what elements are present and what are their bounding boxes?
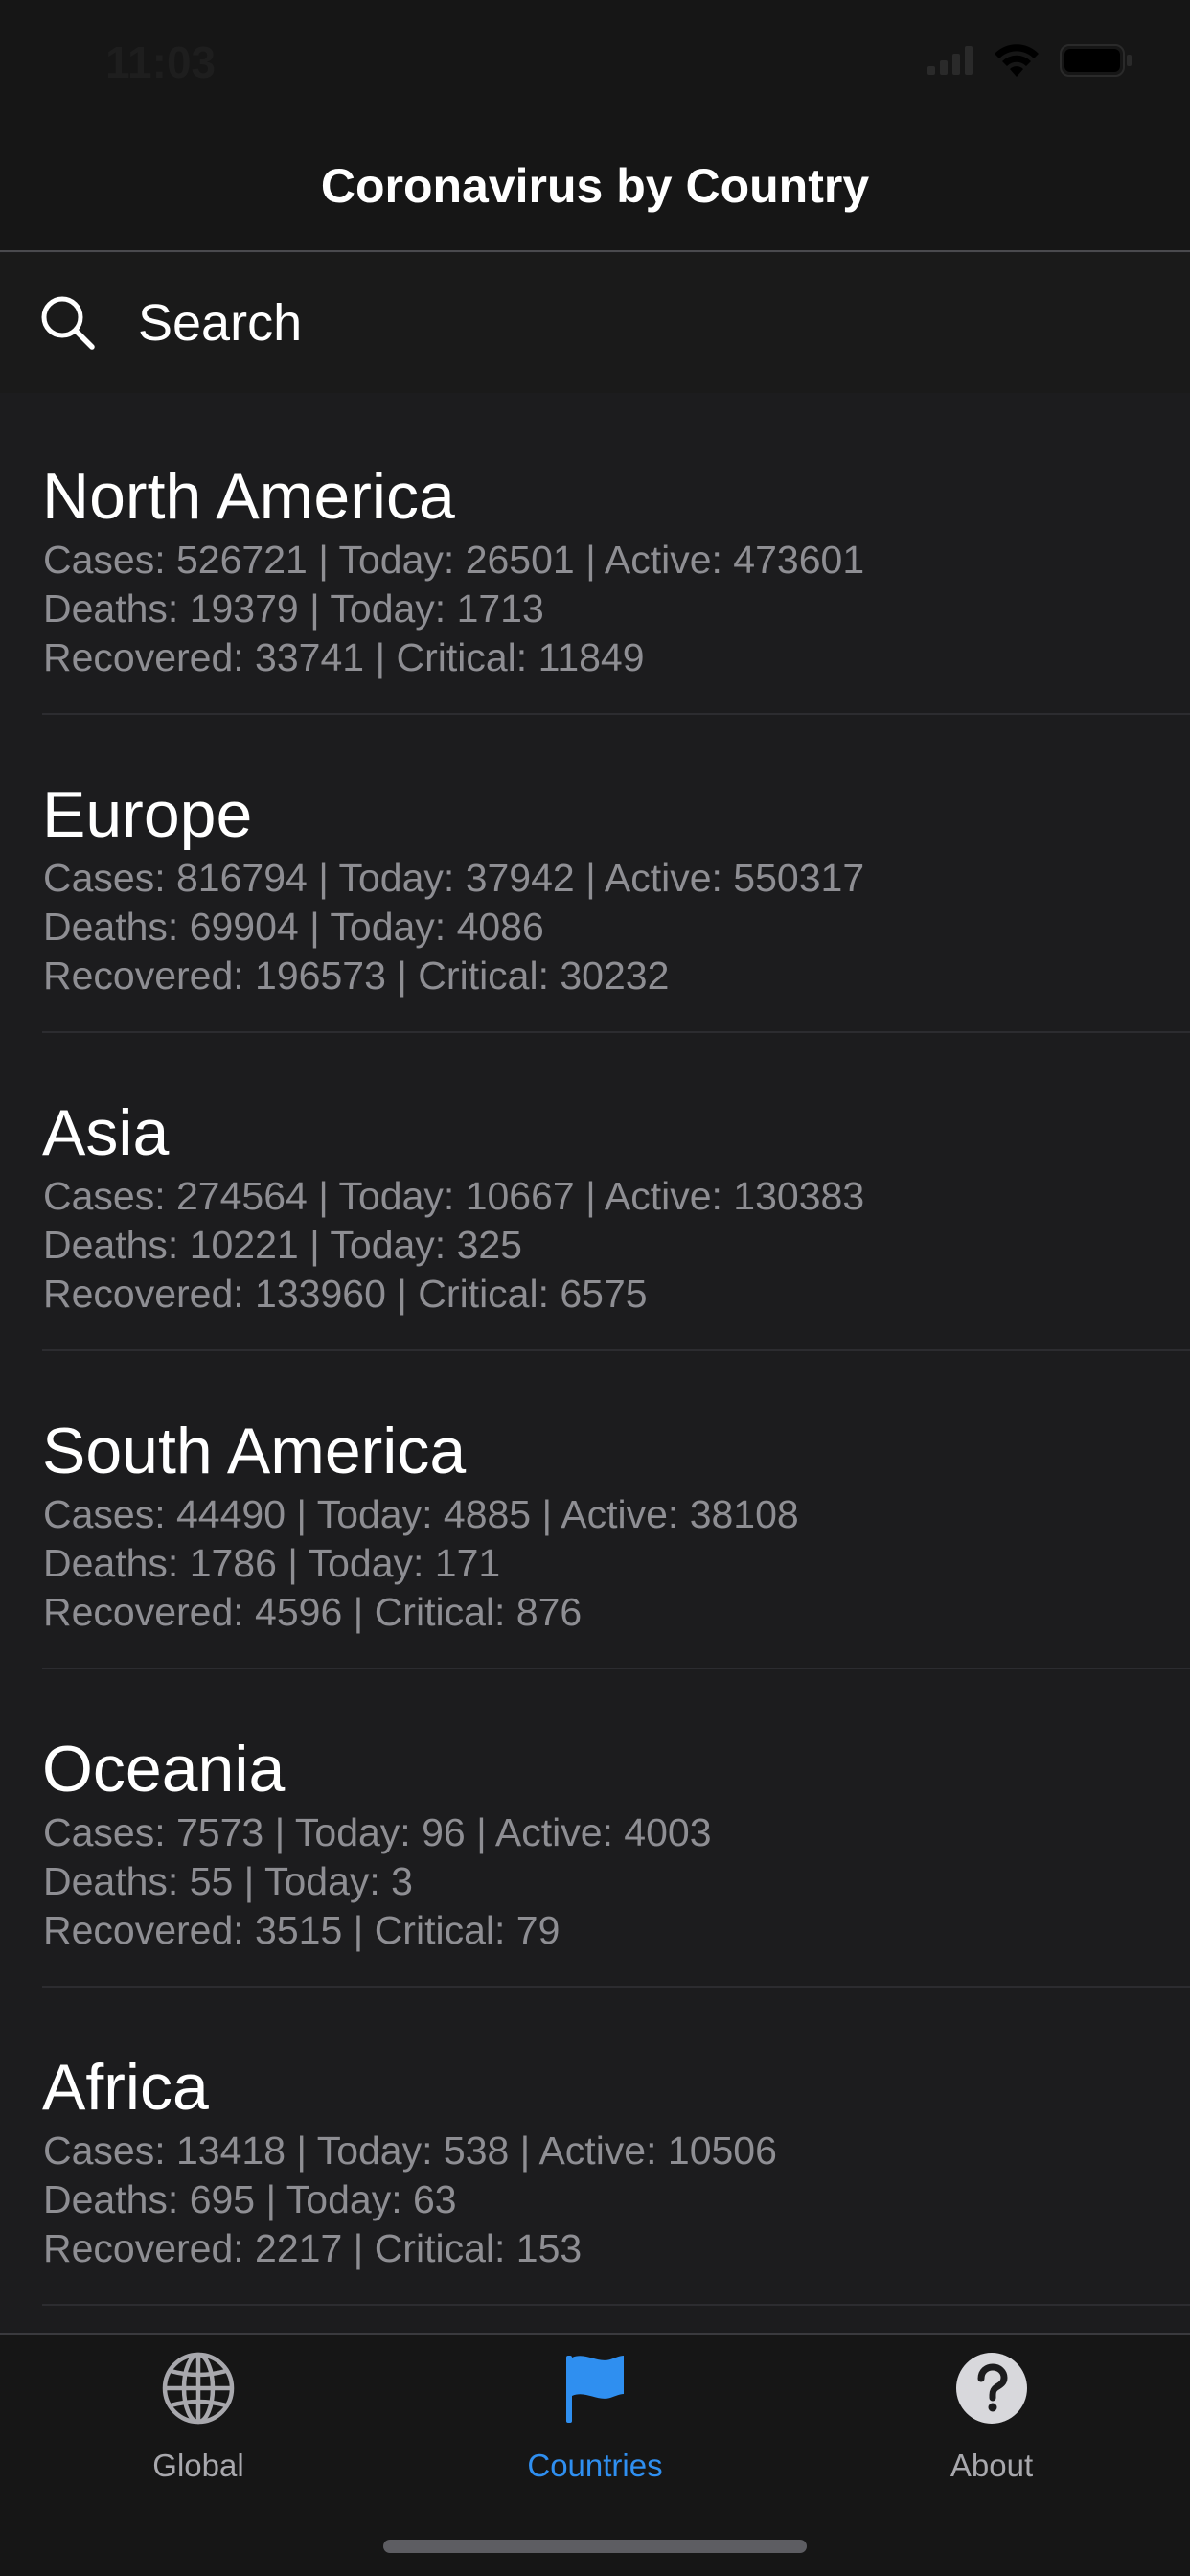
- region-cases-line: Cases: 274564 | Today: 10667 | Active: 1…: [43, 1174, 865, 1218]
- list-item-south-america[interactable]: South America Cases: 44490 | Today: 4885…: [0, 1351, 1190, 1669]
- battery-icon: [1060, 44, 1132, 77]
- region-deaths-line: Deaths: 69904 | Today: 4086: [43, 905, 544, 949]
- tab-global[interactable]: Global: [0, 2334, 397, 2507]
- region-recovered-line: Recovered: 133960 | Critical: 6575: [43, 1272, 648, 1316]
- region-recovered-line: Recovered: 33741 | Critical: 11849: [43, 635, 645, 679]
- region-cases-line: Cases: 13418 | Today: 538 | Active: 1050…: [43, 2128, 777, 2173]
- tab-label: Global: [152, 2448, 244, 2483]
- wifi-icon: [995, 44, 1039, 77]
- list-item-oceania[interactable]: Oceania Cases: 7573 | Today: 96 | Active…: [0, 1669, 1190, 1988]
- region-name: Africa: [42, 2051, 209, 2124]
- region-deaths-line: Deaths: 10221 | Today: 325: [43, 1223, 522, 1267]
- search-icon: [41, 296, 95, 350]
- globe-icon: [162, 2352, 235, 2425]
- region-deaths-line: Deaths: 695 | Today: 63: [43, 2177, 457, 2221]
- search-input[interactable]: [138, 288, 1134, 358]
- region-recovered-line: Recovered: 2217 | Critical: 153: [43, 2226, 583, 2270]
- region-cases-line: Cases: 7573 | Today: 96 | Active: 4003: [43, 1810, 712, 1854]
- home-indicator: [383, 2540, 807, 2553]
- region-recovered-line: Recovered: 3515 | Critical: 79: [43, 1908, 561, 1952]
- search-bar[interactable]: [0, 253, 1190, 393]
- region-name: Europe: [42, 778, 253, 851]
- status-icons: [927, 44, 1133, 77]
- region-name: Oceania: [42, 1733, 286, 1806]
- list-item-africa[interactable]: Africa Cases: 13418 | Today: 538 | Activ…: [0, 1988, 1190, 2306]
- question-circle-icon: [956, 2353, 1027, 2424]
- navigation-bar: Coronavirus by Country: [0, 129, 1190, 252]
- page-title: Coronavirus by Country: [320, 159, 870, 213]
- region-recovered-line: Recovered: 4596 | Critical: 876: [43, 1590, 583, 1634]
- region-deaths-line: Deaths: 1786 | Today: 171: [43, 1541, 501, 1585]
- tab-label: Countries: [527, 2448, 663, 2483]
- region-deaths-line: Deaths: 19379 | Today: 1713: [43, 586, 544, 631]
- region-cases-line: Cases: 526721 | Today: 26501 | Active: 4…: [43, 538, 865, 582]
- tab-about[interactable]: About: [793, 2334, 1190, 2507]
- region-name: South America: [42, 1414, 467, 1487]
- tab-bar: Global Countries About: [0, 2333, 1190, 2576]
- region-name: North America: [42, 460, 455, 533]
- region-cases-line: Cases: 816794 | Today: 37942 | Active: 5…: [43, 856, 865, 900]
- region-name: Asia: [42, 1096, 170, 1169]
- tab-label: About: [950, 2448, 1034, 2483]
- cellular-signal-icon: [927, 46, 973, 75]
- tab-countries[interactable]: Countries: [397, 2334, 793, 2507]
- region-deaths-line: Deaths: 55 | Today: 3: [43, 1859, 413, 1903]
- list-item-north-america[interactable]: North America Cases: 526721 | Today: 265…: [0, 397, 1190, 715]
- flag-icon: [566, 2356, 624, 2423]
- region-list: North America Cases: 526721 | Today: 265…: [0, 397, 1190, 2333]
- list-item-europe[interactable]: Europe Cases: 816794 | Today: 37942 | Ac…: [0, 715, 1190, 1033]
- status-bar: 11:03: [0, 0, 1190, 129]
- region-recovered-line: Recovered: 196573 | Critical: 30232: [43, 954, 670, 998]
- status-time: 11:03: [105, 37, 217, 87]
- region-cases-line: Cases: 44490 | Today: 4885 | Active: 381…: [43, 1492, 799, 1536]
- list-item-asia[interactable]: Asia Cases: 274564 | Today: 10667 | Acti…: [0, 1033, 1190, 1351]
